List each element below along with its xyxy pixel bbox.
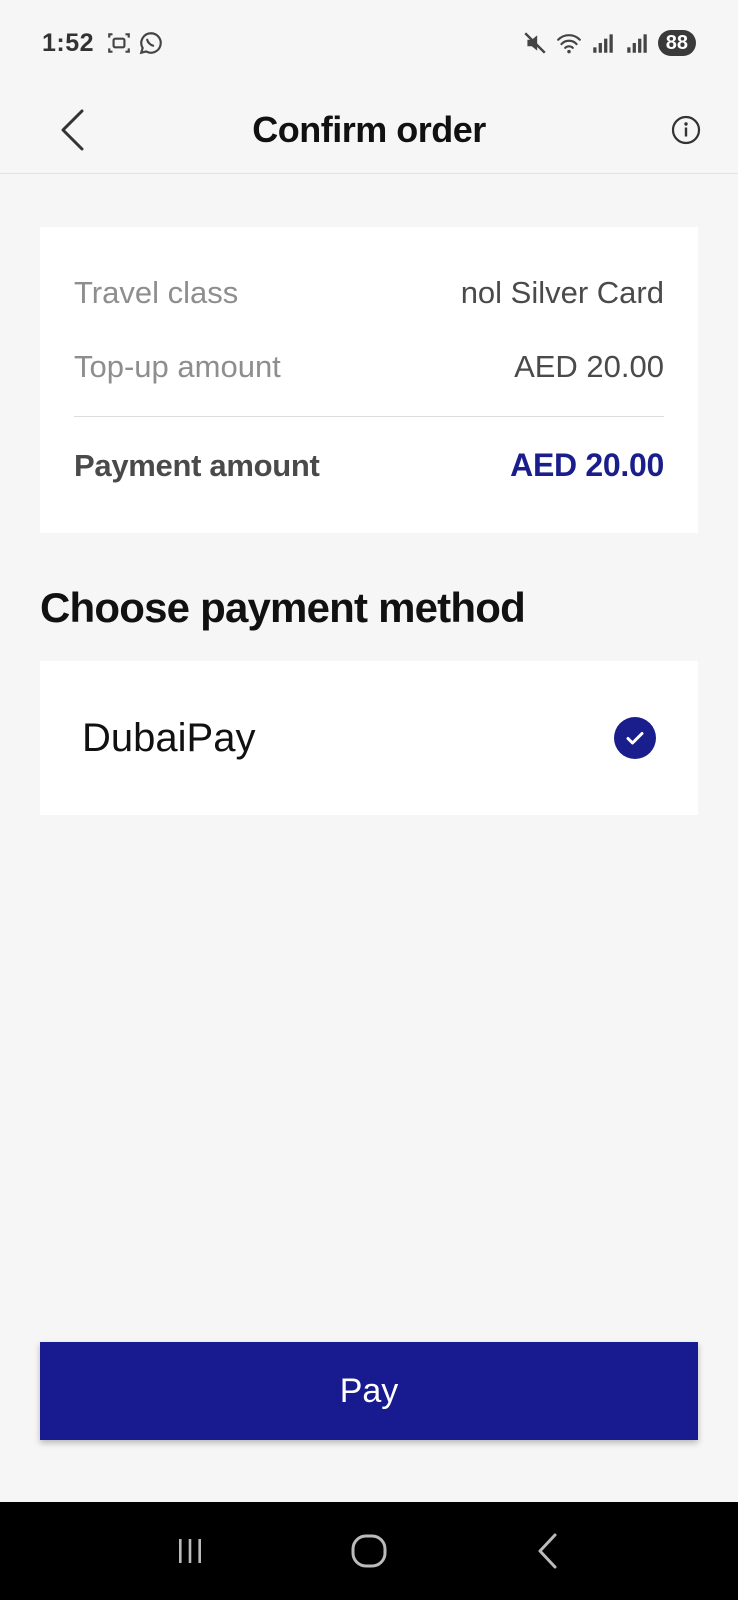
system-back-button[interactable]: [518, 1521, 578, 1581]
summary-label: Top-up amount: [74, 349, 281, 384]
recent-apps-button[interactable]: [160, 1521, 220, 1581]
summary-divider: [74, 416, 664, 417]
status-icons-left: [106, 30, 164, 56]
info-icon: [671, 115, 701, 145]
total-label: Payment amount: [74, 447, 320, 483]
mute-icon: [524, 32, 546, 54]
wifi-icon: [556, 34, 581, 54]
home-button[interactable]: [339, 1521, 399, 1581]
chevron-left-icon: [538, 1533, 557, 1569]
screen: 1:52 88 Confirm order Travel class nol S…: [0, 0, 738, 1600]
payment-method-heading: Choose payment method: [40, 584, 526, 631]
summary-row-payment-amount: Payment amount AED 20.00: [74, 447, 664, 484]
status-icons-right: 88: [522, 30, 696, 56]
summary-label: Travel class: [74, 275, 239, 310]
navigation-bar: [0, 1502, 738, 1600]
summary-value: nol Silver Card: [460, 275, 664, 310]
summary-value: AED 20.00: [514, 349, 664, 384]
header: Confirm order: [0, 86, 738, 174]
signal-icon-2: [627, 34, 647, 53]
recent-apps-icon: [178, 1539, 201, 1563]
home-icon: [351, 1534, 387, 1568]
status-time: 1:52: [42, 28, 95, 57]
pay-button[interactable]: Pay: [40, 1342, 698, 1440]
status-bar: 1:52 88: [0, 0, 738, 86]
whatsapp-icon: [139, 32, 162, 55]
signal-icon: [593, 34, 613, 53]
payment-option-label: DubaiPay: [82, 715, 256, 760]
screenshot-icon: [108, 33, 130, 53]
check-circle-icon: [614, 717, 656, 759]
summary-row-travel-class: Travel class nol Silver Card: [74, 275, 664, 311]
back-button[interactable]: [52, 104, 92, 156]
page-title: Confirm order: [252, 108, 486, 150]
order-summary-card: Travel class nol Silver Card Top-up amou…: [40, 227, 698, 533]
battery-indicator: 88: [657, 30, 696, 56]
payment-option-dubaipay[interactable]: DubaiPay: [40, 661, 698, 815]
total-value: AED 20.00: [510, 447, 664, 483]
info-button[interactable]: [670, 114, 702, 146]
chevron-left-icon: [61, 109, 84, 151]
summary-row-topup-amount: Top-up amount AED 20.00: [74, 349, 664, 385]
